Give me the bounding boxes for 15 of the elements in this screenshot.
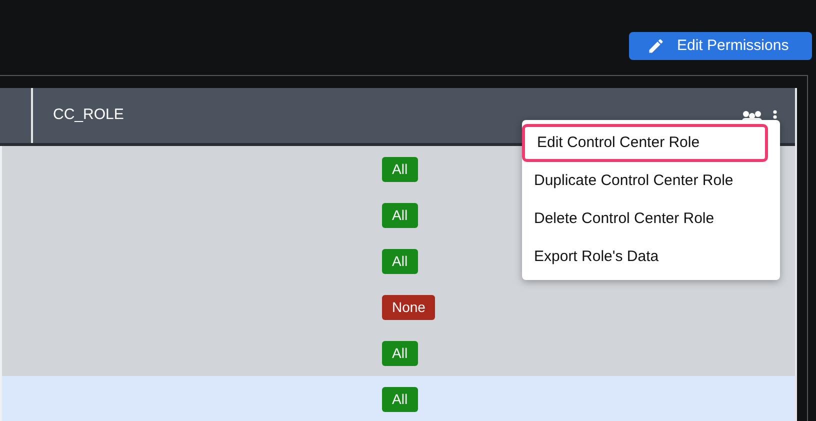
- permission-badge: All: [382, 386, 418, 412]
- pencil-icon: [647, 37, 665, 55]
- permission-badge: All: [382, 340, 418, 366]
- menu-item[interactable]: Edit Control Center Role: [522, 124, 768, 162]
- menu-item[interactable]: Export Role's Data: [522, 238, 780, 276]
- table-row[interactable]: None: [0, 284, 795, 330]
- permission-badge: None: [382, 294, 436, 320]
- permission-badge: All: [382, 156, 418, 182]
- column-header: CC_ROLE: [53, 105, 124, 126]
- edit-permissions-button[interactable]: Edit Permissions: [629, 32, 812, 60]
- permission-badge: All: [382, 202, 418, 228]
- table-row[interactable]: All: [0, 330, 795, 376]
- table-row[interactable]: All: [0, 376, 795, 421]
- permission-badge: All: [382, 248, 418, 274]
- menu-item[interactable]: Delete Control Center Role: [522, 200, 780, 238]
